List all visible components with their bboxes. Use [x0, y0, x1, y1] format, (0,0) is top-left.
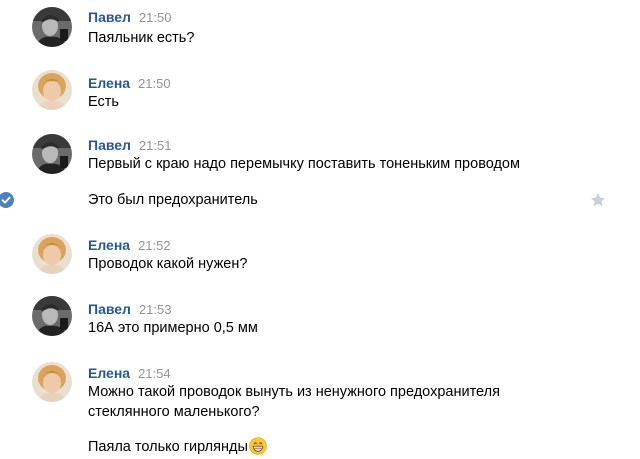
message-text: стеклянного маленького? — [88, 404, 260, 420]
message-item[interactable]: Павел 21:50 Паяльник есть? — [0, 0, 640, 60]
message-time[interactable]: 21:53 — [139, 302, 172, 317]
avatar-image — [32, 296, 72, 336]
message-text: Первый с краю надо перемычку поставить т… — [88, 156, 520, 172]
avatar-image — [32, 234, 72, 274]
message-item-selected[interactable]: Это был предохранитель — [0, 188, 640, 212]
message-time[interactable]: 21:52 — [138, 238, 171, 253]
check-circle-icon[interactable] — [0, 192, 14, 208]
message-item[interactable]: Елена 21:54 Можно такой проводок вынуть и… — [0, 360, 640, 459]
message-time[interactable]: 21:54 — [138, 366, 171, 381]
avatar-pavel[interactable] — [32, 296, 72, 336]
star-icon[interactable] — [590, 192, 606, 208]
message-text: Проводок какой нужен? — [88, 256, 248, 272]
message-time[interactable]: 21:50 — [138, 76, 171, 91]
message-text-with-emoji: Паяла только гирлянды — [88, 437, 267, 457]
author-name[interactable]: Елена — [88, 75, 130, 91]
author-name[interactable]: Павел — [88, 137, 131, 153]
message-item[interactable]: Павел 21:53 16А это примерно 0,5 мм — [0, 294, 640, 354]
author-name[interactable]: Павел — [88, 301, 131, 317]
message-text: 16А это примерно 0,5 мм — [88, 320, 258, 336]
avatar-image — [32, 362, 72, 402]
avatar-pavel[interactable] — [32, 134, 72, 174]
message-time[interactable]: 21:50 — [139, 10, 172, 25]
avatar-image — [32, 134, 72, 174]
message-time[interactable]: 21:51 — [139, 138, 172, 153]
avatar-elena[interactable] — [32, 70, 72, 110]
grinning-face-emoji-icon — [249, 437, 267, 455]
message-text: Можно такой проводок вынуть из ненужного… — [88, 384, 500, 400]
message-item[interactable]: Елена 21:50 Есть — [0, 68, 640, 124]
avatar-pavel[interactable] — [32, 7, 72, 47]
message-text: Паяльник есть? — [88, 30, 195, 46]
avatar-image — [32, 70, 72, 110]
author-name[interactable]: Елена — [88, 365, 130, 381]
message-text: Паяла только гирлянды — [88, 439, 248, 455]
avatar-image — [32, 7, 72, 47]
message-text: Это был предохранитель — [88, 192, 258, 208]
author-name[interactable]: Елена — [88, 237, 130, 253]
author-name[interactable]: Павел — [88, 9, 131, 25]
message-text: Есть — [88, 94, 119, 110]
avatar-elena[interactable] — [32, 234, 72, 274]
avatar-elena[interactable] — [32, 362, 72, 402]
message-item[interactable]: Елена 21:52 Проводок какой нужен? — [0, 232, 640, 290]
